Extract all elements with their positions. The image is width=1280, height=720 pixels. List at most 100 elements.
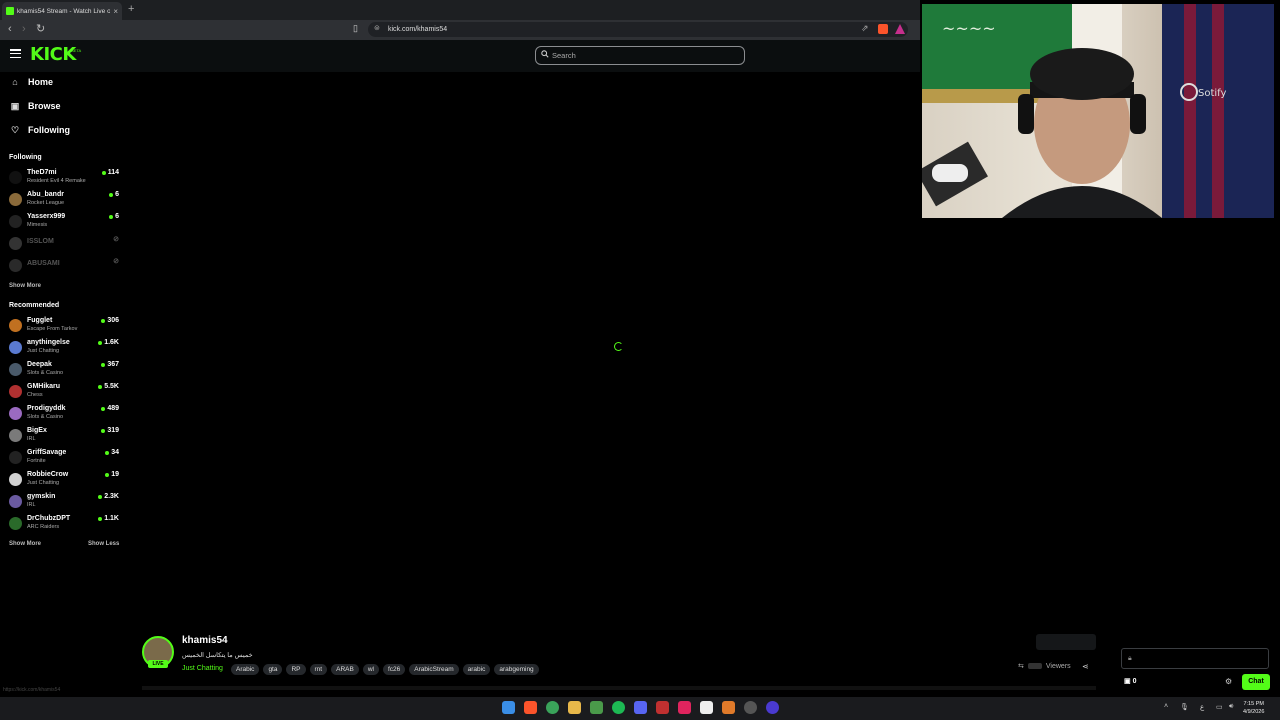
nav-following[interactable]: ♡ Following bbox=[10, 122, 70, 138]
live-dot-icon bbox=[109, 192, 114, 197]
channel-category: Escape From Tarkov bbox=[27, 326, 78, 332]
sidebar-channel[interactable]: Fugglet Escape From Tarkov 306 bbox=[9, 316, 121, 336]
video-app-icon[interactable] bbox=[656, 701, 669, 714]
stream-category[interactable]: Just Chatting bbox=[182, 665, 223, 672]
tiktok-icon[interactable] bbox=[678, 701, 691, 714]
stream-tag[interactable]: arabgeming bbox=[494, 664, 539, 675]
new-tab-icon[interactable]: + bbox=[128, 3, 134, 15]
tab-title: khamis54 Stream - Watch Live o bbox=[17, 7, 111, 15]
live-dot-icon bbox=[101, 406, 106, 411]
close-tab-icon[interactable]: × bbox=[113, 7, 118, 16]
sidebar-channel[interactable]: GriffSavage Fortnite 34 bbox=[9, 448, 121, 468]
sidebar-channel[interactable]: Abu_bandr Rocket League 6 bbox=[9, 190, 121, 210]
streamer-name[interactable]: khamis54 bbox=[182, 635, 228, 646]
clock[interactable]: 7:15 PM 4/9/2026 bbox=[1243, 700, 1264, 716]
viewer-count-value: 489 bbox=[107, 405, 119, 412]
stream-tag[interactable]: gta bbox=[263, 664, 283, 675]
recommended-show-less[interactable]: Show Less bbox=[88, 541, 119, 547]
channel-viewers: 6 bbox=[109, 213, 119, 220]
share-icon[interactable]: ⋖ bbox=[1082, 662, 1089, 671]
recommended-show-more[interactable]: Show More bbox=[9, 541, 41, 547]
settings-app-icon[interactable] bbox=[744, 701, 757, 714]
chat-send-button[interactable]: Chat bbox=[1242, 674, 1270, 690]
sidebar-channel[interactable]: gymskin IRL 2.3K bbox=[9, 492, 121, 512]
sidebar-channel[interactable]: Yasserx999 Mimesis 6 bbox=[9, 212, 121, 232]
brave-taskbar-icon[interactable] bbox=[524, 701, 537, 714]
sidebar-channel[interactable]: Deepak Slots & Casino 367 bbox=[9, 360, 121, 380]
viewer-count-value: 19 bbox=[111, 471, 119, 478]
search-input[interactable]: Search bbox=[535, 46, 745, 65]
viewers-label: Viewers bbox=[1045, 662, 1071, 670]
network-icon[interactable]: ▭ bbox=[1216, 703, 1223, 711]
discord-icon[interactable] bbox=[634, 701, 647, 714]
back-icon[interactable]: ‹ bbox=[8, 23, 12, 35]
sidebar-channel[interactable]: anythingelse Just Chatting 1.6K bbox=[9, 338, 121, 358]
stream-tag[interactable]: ARAB bbox=[331, 664, 359, 675]
xbox-icon[interactable] bbox=[546, 701, 559, 714]
share-page-icon[interactable]: ⇗ bbox=[861, 23, 869, 34]
channel-name: BigEx bbox=[27, 427, 47, 434]
viewer-count-value: 306 bbox=[107, 317, 119, 324]
sidebar-channel[interactable]: GMHikaru Chess 5.5K bbox=[9, 382, 121, 402]
capcut-icon[interactable] bbox=[700, 701, 713, 714]
channel-viewers: 367 bbox=[101, 361, 119, 368]
channel-category: Resident Evil 4 Remake bbox=[27, 178, 86, 184]
reload-icon[interactable]: ↻ bbox=[36, 22, 45, 35]
site-info-icon[interactable]: ⊜ bbox=[374, 24, 380, 32]
bookmark-icon[interactable]: ▯ bbox=[353, 23, 358, 34]
nav-browse[interactable]: ▣ Browse bbox=[10, 98, 61, 114]
channel-name: GriffSavage bbox=[27, 449, 67, 456]
mic-icon[interactable]: 🎙︎ bbox=[1180, 703, 1189, 711]
brave-shields-icon[interactable] bbox=[878, 24, 888, 34]
chat-input[interactable]: 🔒︎ bbox=[1121, 648, 1269, 669]
gear-icon[interactable]: ⚙ bbox=[1225, 677, 1232, 686]
menu-icon[interactable] bbox=[10, 49, 21, 58]
file-explorer-icon[interactable] bbox=[568, 701, 581, 714]
app-icon[interactable] bbox=[722, 701, 735, 714]
channel-category: ARC Raiders bbox=[27, 524, 60, 530]
sidebar-channel[interactable]: RobbieCrow Just Chatting 19 bbox=[9, 470, 121, 490]
live-dot-icon bbox=[109, 214, 114, 219]
channel-avatar bbox=[9, 451, 22, 464]
url-bar[interactable]: kick.com/khamis54 bbox=[368, 22, 908, 37]
viewer-count-value: 1.1K bbox=[104, 515, 119, 522]
spotify-icon[interactable] bbox=[612, 701, 625, 714]
calculator-icon[interactable] bbox=[590, 701, 603, 714]
status-url: https://kick.com/khamis54 bbox=[3, 687, 61, 693]
sidebar-channel[interactable]: ISSLOM ⊘ bbox=[9, 234, 121, 254]
sidebar-channel[interactable]: TheD7mi Resident Evil 4 Remake 114 bbox=[9, 168, 121, 188]
sidebar-channel[interactable]: BigEx IRL 319 bbox=[9, 426, 121, 446]
stream-tag[interactable]: arabic bbox=[462, 664, 491, 675]
stream-tag[interactable]: wl bbox=[362, 664, 379, 675]
follow-button-placeholder[interactable] bbox=[1036, 634, 1096, 650]
following-show-more[interactable]: Show More bbox=[9, 283, 41, 289]
viewers-icon: ⇆ bbox=[1018, 663, 1024, 670]
channel-viewers: ⊘ bbox=[113, 235, 119, 243]
live-dot-icon bbox=[98, 516, 103, 521]
channel-points[interactable]: ▣ 0 bbox=[1124, 677, 1136, 685]
channel-viewers: 2.3K bbox=[98, 493, 119, 500]
channel-viewers: 1.6K bbox=[98, 339, 119, 346]
tray-overflow-icon[interactable]: ˄ bbox=[1164, 703, 1168, 710]
start-icon[interactable] bbox=[502, 701, 515, 714]
forward-icon[interactable]: › bbox=[22, 23, 26, 35]
stream-tag[interactable]: ArabicStream bbox=[409, 664, 459, 675]
offline-icon: ⊘ bbox=[113, 236, 119, 243]
obs-icon[interactable] bbox=[766, 701, 779, 714]
channel-category: Just Chatting bbox=[27, 480, 60, 486]
browser-tab[interactable]: khamis54 Stream - Watch Live o × bbox=[2, 2, 122, 20]
kick-logo[interactable]: KICK bbox=[30, 44, 76, 65]
volume-icon[interactable]: 🔊︎ bbox=[1229, 703, 1233, 711]
sidebar-channel[interactable]: Prodigyddk Slots & Casino 489 bbox=[9, 404, 121, 424]
stream-tag[interactable]: Arabic bbox=[231, 664, 260, 675]
viewer-count-value: 1.6K bbox=[104, 339, 119, 346]
nav-home[interactable]: ⌂ Home bbox=[10, 74, 53, 90]
language-indicator[interactable]: ع bbox=[1200, 703, 1204, 711]
stream-tag[interactable]: RP bbox=[286, 664, 306, 675]
sidebar-channel[interactable]: ABUSAMI ⊘ bbox=[9, 256, 121, 276]
live-dot-icon bbox=[105, 472, 110, 477]
webcam-image: ~~~~ Sotify bbox=[922, 4, 1274, 218]
stream-tag[interactable]: fc26 bbox=[382, 664, 406, 675]
sidebar-channel[interactable]: DrChubzDPT ARC Raiders 1.1K bbox=[9, 514, 121, 534]
stream-tag[interactable]: rnt bbox=[309, 664, 328, 675]
